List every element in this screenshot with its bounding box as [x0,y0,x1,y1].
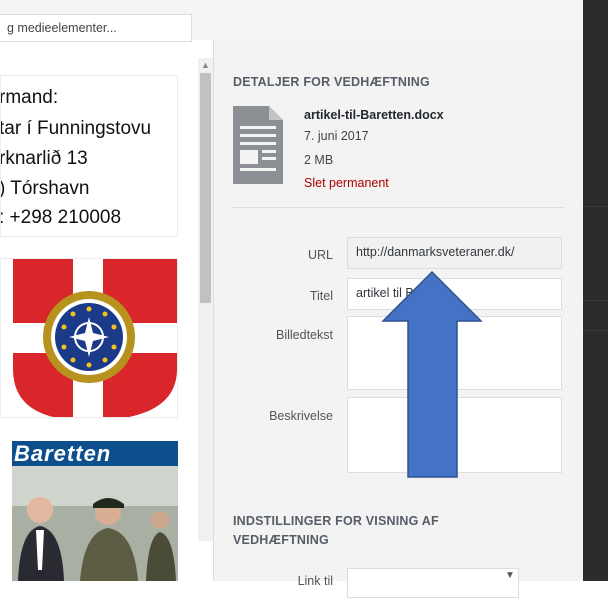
thumb-text-line: rknarlið 13 [0,148,88,169]
nato-emblem-icon [13,259,177,417]
caption-textarea[interactable] [347,316,562,390]
caption-label: Billedtekst [276,328,333,342]
thumb-text-line: tar í Funningstovu [0,118,152,139]
thumb-text-line: rmand: [0,87,59,108]
display-settings-heading-2: VEDHÆFTNING [233,533,329,547]
media-item-emblem[interactable] [0,258,178,418]
description-textarea[interactable] [347,397,562,473]
delete-permanently-link[interactable]: Slet permanent [304,176,389,190]
link-to-label: Link til [297,574,333,588]
document-icon [233,106,283,184]
url-field[interactable]: http://danmarksveteraner.dk/ [347,237,562,269]
title-field[interactable]: artikel til Baretten [347,278,562,310]
baretten-title: Baretten [14,441,112,466]
scroll-up-icon[interactable]: ▲ [201,60,210,70]
display-settings-heading: INDSTILLINGER FOR VISNING AF [233,514,439,528]
media-item-text-document[interactable]: rmand: tar í Funningstovu rknarlið 13 ) … [0,75,178,237]
title-label: Titel [309,289,333,303]
attachment-date: 7. juni 2017 [304,129,369,143]
thumb-text-line: : +298 210008 [0,207,122,228]
link-to-select[interactable] [347,568,519,598]
backdrop-edge [583,0,608,581]
description-label: Beskrivelse [269,409,333,423]
chevron-down-icon[interactable]: ▼ [505,570,515,581]
details-divider [233,207,565,208]
thumb-text-line: ) Tórshavn [0,178,90,199]
attachment-size: 2 MB [304,153,334,167]
media-scrollbar-thumb[interactable] [200,73,211,303]
url-label: URL [307,248,333,262]
attachment-details-heading: DETALJER FOR VEDHÆFTNING [233,75,430,89]
media-search-input[interactable]: g medieelementer... [0,14,192,42]
attachment-filename: artikel-til-Baretten.docx [304,108,444,122]
